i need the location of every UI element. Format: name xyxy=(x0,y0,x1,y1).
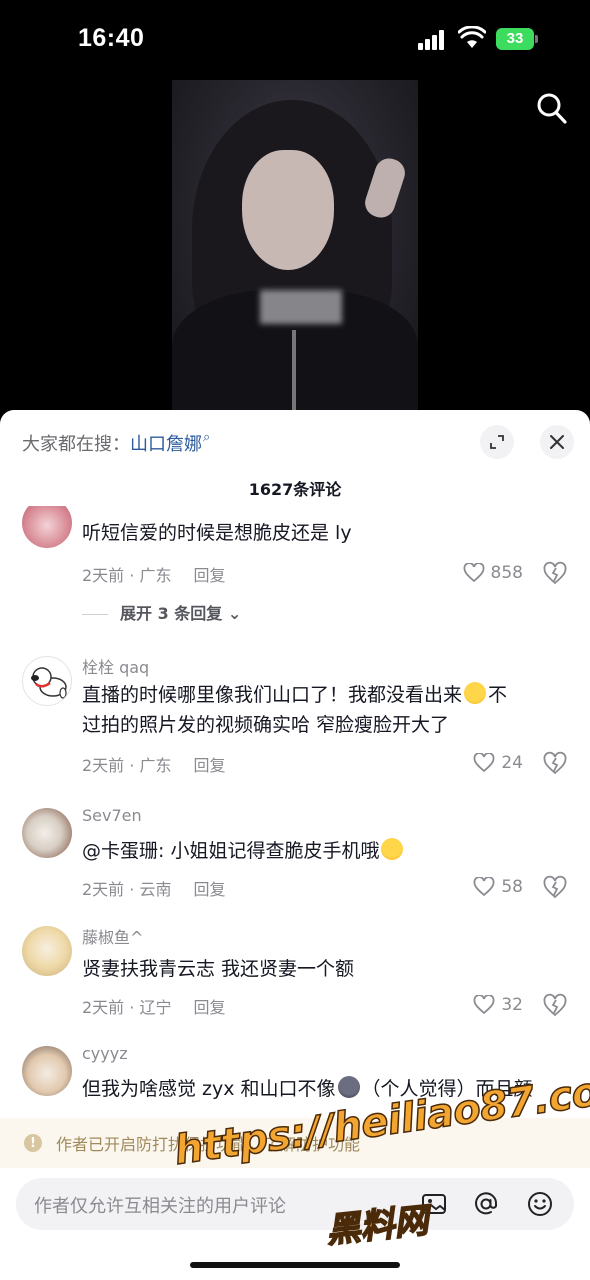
small-search-icon: ⌕ xyxy=(203,430,211,445)
avatar[interactable] xyxy=(22,808,72,858)
comment-item: 听短信爱的时候是想脆皮还是 ly 2天前 · 广东 回复 858 展开 3 条回复… xyxy=(0,506,590,640)
comment-item: 栓栓 qaq 直播的时候哪里像我们山口了！我都没看出来 不 过拍的照片发的视频确实… xyxy=(0,654,590,776)
battery-tip xyxy=(535,35,538,43)
reply-button[interactable]: 回复 xyxy=(193,566,225,585)
comment-text-line2: 过拍的照片发的视频确实哈 窄脸瘦脸开大了 xyxy=(82,714,450,736)
wifi-icon xyxy=(458,26,486,48)
like-button[interactable]: 858 xyxy=(453,560,523,586)
like-button[interactable]: 24 xyxy=(453,750,523,776)
at-mention-icon[interactable] xyxy=(472,1190,500,1218)
emoji-icon[interactable] xyxy=(526,1190,554,1218)
comment-item: Sev7en @卡蛋珊: 小姐姐记得查脆皮手机哦 2天前 · 云南 回复 58 xyxy=(0,806,590,899)
avatar[interactable] xyxy=(22,926,72,976)
like-count: 32 xyxy=(501,995,523,1015)
comment-text-before-emoji: 但我为啥感觉 zyx 和山口不像 xyxy=(82,1078,336,1100)
video-figure-zipper xyxy=(292,330,296,410)
heart-icon xyxy=(463,563,484,583)
comment-list[interactable]: 听短信爱的时候是想脆皮还是 ly 2天前 · 广东 回复 858 展开 3 条回复… xyxy=(0,506,590,1116)
hot-search[interactable]: 大家都在搜：山口詹娜⌕ xyxy=(22,430,210,456)
dislike-icon[interactable] xyxy=(542,992,568,1018)
comment-time-location: 2天前 · 辽宁 xyxy=(82,998,172,1017)
woozy-face-emoji-icon xyxy=(381,838,404,860)
like-button[interactable]: 58 xyxy=(453,874,523,900)
cellular-signal-icon xyxy=(418,30,450,50)
dislike-icon[interactable] xyxy=(542,560,568,586)
status-bar: 16:40 33 xyxy=(0,0,590,80)
comment-text: 贤妻扶我青云志 我还贤妻一个额 xyxy=(82,958,355,980)
home-indicator xyxy=(190,1262,400,1268)
dog-avatar-icon xyxy=(31,667,67,699)
comment-meta: 2天前 · 云南 回复 xyxy=(82,876,225,900)
comment-input[interactable]: 作者仅允许互相关注的用户评论 xyxy=(16,1178,574,1230)
close-button[interactable] xyxy=(540,425,574,459)
avatar[interactable] xyxy=(22,1046,72,1096)
like-count: 858 xyxy=(490,563,523,583)
comment-text-after-emoji: 不 xyxy=(488,684,508,706)
reply-button[interactable]: 回复 xyxy=(193,998,225,1017)
reply-button[interactable]: 回复 xyxy=(193,880,225,899)
comment-username[interactable]: cyyyz xyxy=(82,1044,128,1063)
hot-search-keyword[interactable]: 山口詹娜 xyxy=(130,434,202,455)
hot-search-label: 大家都在搜： xyxy=(22,434,130,455)
expand-replies-button[interactable]: 展开 3 条回复 ⌄ xyxy=(82,600,241,624)
like-count: 58 xyxy=(501,877,523,897)
comment-time-location: 2天前 · 广东 xyxy=(82,566,172,585)
comment-username[interactable]: Sev7en xyxy=(82,806,142,825)
comment-text: 听短信爱的时候是想脆皮还是 ly xyxy=(82,522,352,544)
chevron-down-icon: ⌄ xyxy=(222,604,242,623)
like-button[interactable]: 32 xyxy=(453,992,523,1018)
like-count: 24 xyxy=(501,753,523,773)
comment-time-location: 2天前 · 云南 xyxy=(82,880,172,899)
comment-count: 1627条评论 xyxy=(248,480,342,499)
comment-text: @卡蛋珊: 小姐姐记得查脆皮手机哦 xyxy=(82,836,562,866)
heart-icon xyxy=(473,995,495,1015)
comment-username[interactable]: 藤椒鱼^ xyxy=(82,924,143,948)
video-figure-face xyxy=(242,150,334,270)
warning-icon: ! xyxy=(24,1134,42,1152)
avatar[interactable] xyxy=(22,506,72,548)
dislike-icon[interactable] xyxy=(542,874,568,900)
search-icon[interactable] xyxy=(536,92,568,126)
close-icon xyxy=(550,435,564,449)
comment-text-body: @卡蛋珊: 小姐姐记得查脆皮手机哦 xyxy=(82,840,380,862)
heart-icon xyxy=(473,877,495,897)
divider xyxy=(82,614,108,615)
comment-meta: 2天前 · 广东 回复 xyxy=(82,562,225,586)
expand-icon xyxy=(490,435,504,449)
expand-replies-label: 展开 3 条回复 xyxy=(120,604,223,623)
comment-meta: 2天前 · 辽宁 回复 xyxy=(82,994,225,1018)
dark-face-emoji-icon xyxy=(337,1076,360,1098)
comment-meta: 2天前 · 广东 回复 xyxy=(82,752,225,776)
comment-sheet-header: 大家都在搜：山口詹娜⌕ 1627条评论 xyxy=(0,410,590,506)
dislike-icon[interactable] xyxy=(542,750,568,776)
comment-text-line1: 直播的时候哪里像我们山口了！我都没看出来 xyxy=(82,684,463,706)
avatar[interactable] xyxy=(22,656,72,706)
video-player[interactable] xyxy=(172,80,418,410)
reply-button[interactable]: 回复 xyxy=(193,756,225,775)
battery-icon: 33 xyxy=(496,28,534,50)
expand-button[interactable] xyxy=(480,425,514,459)
status-time: 16:40 xyxy=(78,24,145,52)
comment-text: 直播的时候哪里像我们山口了！我都没看出来 不 过拍的照片发的视频确实哈 窄脸瘦脸开… xyxy=(82,680,562,740)
comment-item: 藤椒鱼^ 贤妻扶我青云志 我还贤妻一个额 2天前 · 辽宁 回复 32 xyxy=(0,924,590,1017)
heart-icon xyxy=(473,753,495,773)
comment-time-location: 2天前 · 广东 xyxy=(82,756,172,775)
crying-face-emoji-icon xyxy=(464,682,487,704)
video-blur-mosaic xyxy=(260,290,342,324)
comment-username[interactable]: 栓栓 qaq xyxy=(82,654,149,678)
